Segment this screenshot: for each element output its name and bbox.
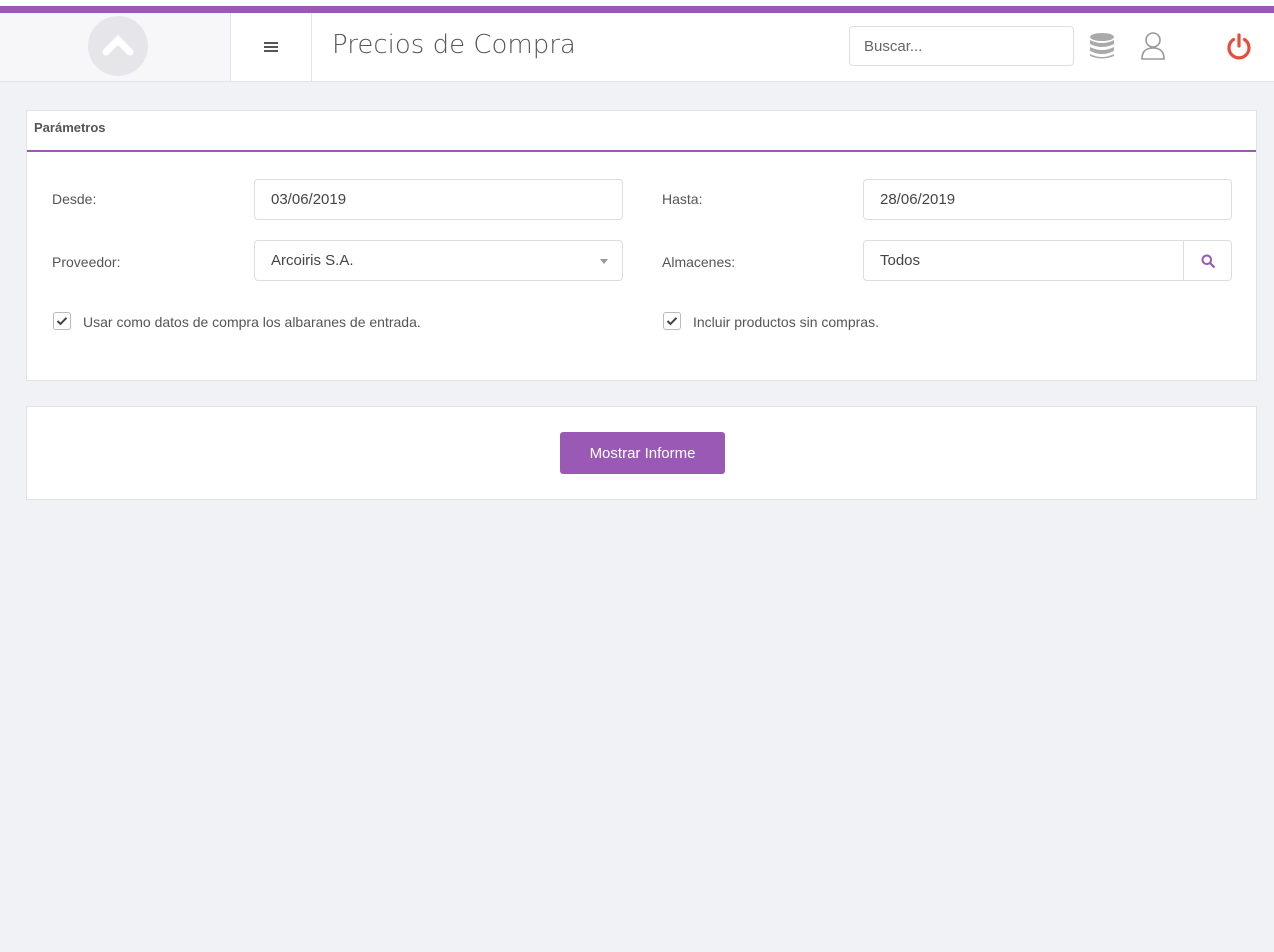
logo-icon (102, 35, 134, 56)
desde-date-input[interactable]: 03/06/2019 (254, 179, 623, 220)
database-button[interactable] (1087, 31, 1117, 61)
search-icon (1201, 254, 1215, 268)
logo (88, 16, 148, 76)
chevron-down-icon (600, 259, 608, 264)
database-icon (1090, 33, 1114, 59)
top-accent (0, 0, 1274, 13)
proveedor-select[interactable]: Arcoiris S.A. (254, 240, 623, 281)
hasta-value: 28/06/2019 (880, 191, 956, 208)
menu-icon (264, 42, 278, 52)
hasta-label: Hasta: (662, 191, 703, 207)
almacenes-search-button[interactable] (1183, 241, 1231, 280)
checkmark-icon (56, 317, 68, 326)
page-title: Precios de Compra (332, 30, 576, 60)
actions-panel: Mostrar Informe (26, 406, 1257, 500)
parameters-panel: Parámetros Desde: 03/06/2019 Hasta: 28/0… (26, 110, 1257, 381)
sin-compras-checkbox[interactable] (663, 312, 681, 330)
show-report-button[interactable]: Mostrar Informe (560, 432, 725, 474)
power-button[interactable] (1224, 31, 1254, 61)
logo-area[interactable] (0, 13, 231, 81)
checkmark-icon (666, 317, 678, 326)
menu-toggle-button[interactable] (231, 13, 312, 81)
hasta-date-input[interactable]: 28/06/2019 (863, 179, 1232, 220)
almacenes-label: Almacenes: (662, 254, 736, 270)
accent-bar (0, 6, 1274, 13)
almacenes-value: Todos (880, 252, 921, 269)
search-input[interactable] (849, 26, 1074, 66)
almacenes-input[interactable]: Todos (863, 240, 1232, 281)
user-icon (1141, 32, 1165, 60)
proveedor-value: Arcoiris S.A. (271, 252, 354, 269)
user-button[interactable] (1138, 31, 1168, 61)
desde-value: 03/06/2019 (271, 191, 347, 208)
desde-label: Desde: (52, 191, 97, 207)
albaranes-checkbox[interactable] (53, 312, 71, 330)
albaranes-checkbox-label[interactable]: Usar como datos de compra los albaranes … (83, 314, 421, 330)
panel-heading: Parámetros (27, 111, 1256, 152)
app-header: Precios de Compra (0, 13, 1274, 82)
sin-compras-checkbox-label[interactable]: Incluir productos sin compras. (693, 314, 879, 330)
proveedor-label: Proveedor: (52, 254, 121, 270)
power-icon (1227, 33, 1251, 60)
